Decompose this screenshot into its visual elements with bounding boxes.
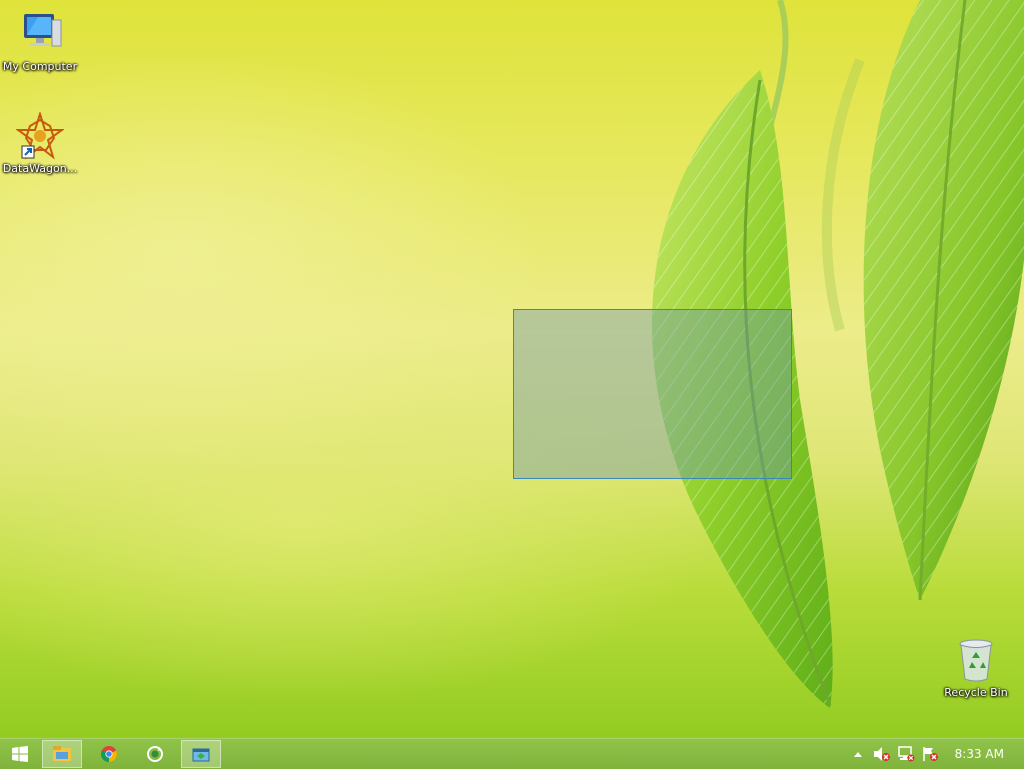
selection-rectangle (513, 309, 792, 479)
taskbar-file-explorer[interactable] (42, 740, 82, 768)
file-explorer-icon (53, 746, 71, 761)
desktop-icon-my-computer[interactable]: My Computer (0, 10, 80, 73)
network-tray-button[interactable] (896, 739, 916, 769)
show-hidden-icons-button[interactable] (850, 739, 866, 769)
taskbar: 8:33 AM (0, 738, 1024, 769)
my-computer-icon (16, 10, 64, 58)
show-hidden-icons-arrow (854, 752, 862, 757)
refresh-app-icon (147, 746, 163, 762)
volume-muted-icon (874, 747, 890, 761)
desktop-icon-label: Recycle Bin (944, 686, 1008, 699)
recycle-bin-icon (952, 636, 1000, 684)
desktop-icon-label: My Computer (2, 60, 78, 73)
datawagon-icon (14, 110, 66, 160)
desktop-icon-datawagon[interactable]: DataWagon... (0, 110, 80, 175)
taskbar-clock[interactable]: 8:33 AM (955, 739, 1004, 769)
taskbar-app-window[interactable] (181, 740, 221, 768)
desktop[interactable]: My Computer DataWagon... Recycle Bin (0, 0, 1024, 738)
volume-tray-button[interactable] (872, 739, 892, 769)
wallpaper-leaves (652, 0, 1024, 708)
desktop-icon-recycle-bin[interactable]: Recycle Bin (936, 636, 1016, 699)
start-button[interactable] (0, 740, 40, 768)
action-center-flag-icon (923, 747, 938, 761)
desktop-icon-label: DataWagon... (2, 162, 78, 175)
chrome-icon (101, 746, 117, 762)
action-center-tray-button[interactable] (920, 739, 940, 769)
taskbar-chrome[interactable] (89, 740, 129, 768)
network-disconnected-icon (898, 746, 915, 762)
windows-start-icon (12, 746, 28, 762)
app-window-icon (192, 748, 210, 762)
taskbar-refresh-app[interactable] (135, 740, 175, 768)
